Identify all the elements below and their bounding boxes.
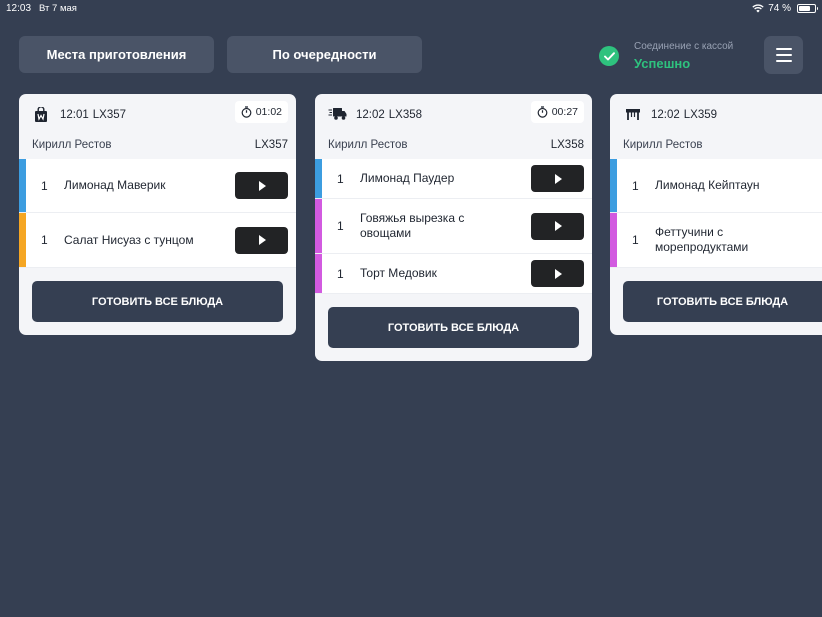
- stopwatch-icon: [241, 106, 252, 118]
- order-timer: 01:02: [234, 101, 288, 123]
- hamburger-icon-line: [775, 54, 792, 56]
- order-item: 1 Лимонад Паудер: [315, 159, 592, 199]
- item-quantity: 1: [337, 219, 344, 233]
- play-icon: [555, 268, 562, 279]
- customer-name: Кирилл Рестов: [623, 139, 703, 151]
- bag-icon: [34, 106, 50, 123]
- order-card-subheader: Кирилл Рестов LX358: [315, 138, 592, 159]
- order-title: 12:01 LX357: [60, 109, 126, 121]
- start-item-button[interactable]: [531, 260, 584, 287]
- item-name: Лимонад Маверик: [64, 178, 166, 192]
- order-time: 12:01: [60, 109, 89, 121]
- top-bar: Места приготовления По очередности Соеди…: [0, 0, 822, 90]
- places-button[interactable]: Места приготовления: [19, 36, 214, 73]
- hamburger-icon-line: [775, 48, 792, 50]
- order-item: 1 Лимонад Маверик: [19, 159, 296, 213]
- play-icon: [259, 180, 266, 191]
- order-title: 12:02 LX359: [651, 109, 717, 121]
- cook-all-button[interactable]: ГОТОВИТЬ ВСЕ БЛЮДА: [32, 281, 283, 322]
- item-name: Торт Медовик: [360, 266, 437, 280]
- item-category-stripe: [610, 213, 617, 267]
- cook-all-button[interactable]: ГОТОВИТЬ ВСЕ БЛЮДА: [328, 307, 579, 348]
- order-timer-value: 01:02: [255, 106, 282, 118]
- order-code: LX359: [683, 109, 718, 121]
- order-code: LX358: [388, 109, 423, 121]
- item-category-stripe: [315, 199, 322, 253]
- play-icon: [259, 235, 266, 245]
- order-card-lx359: 12:02 LX359 Кирилл Рестов 1 Лимонад Кейпт…: [610, 94, 822, 335]
- order-card-subheader: Кирилл Рестов LX357: [19, 138, 296, 159]
- item-quantity: 1: [41, 233, 48, 247]
- order-card-subheader: Кирилл Рестов: [610, 138, 822, 159]
- menu-button[interactable]: [764, 36, 803, 74]
- customer-name: Кирилл Рестов: [32, 139, 112, 151]
- order-card-header: 12:02 LX358 00:27: [315, 94, 592, 138]
- order-item: 1 Феттучини с морепродуктами: [610, 213, 822, 268]
- order-number: LX357: [254, 139, 288, 151]
- item-quantity: 1: [337, 266, 344, 281]
- start-item-button[interactable]: [531, 212, 584, 240]
- order-code: LX357: [92, 109, 127, 121]
- start-item-button[interactable]: [235, 172, 288, 199]
- item-name: Лимонад Кейптаун: [655, 178, 760, 192]
- item-name: Салат Нисуаз с тунцом: [64, 232, 194, 247]
- item-category-stripe: [19, 159, 26, 212]
- order-item: 1 Салат Нисуаз с тунцом: [19, 213, 296, 268]
- order-timer-value: 00:27: [551, 106, 578, 118]
- item-quantity: 1: [337, 171, 344, 186]
- item-quantity: 1: [632, 233, 639, 247]
- order-item: 1 Лимонад Кейптаун: [610, 159, 822, 213]
- start-item-button[interactable]: [235, 226, 288, 254]
- connection-value: Успешно: [634, 56, 691, 71]
- item-name: Лимонад Паудер: [360, 171, 455, 185]
- customer-name: Кирилл Рестов: [328, 139, 408, 151]
- item-category-stripe: [315, 159, 322, 198]
- order-time: 12:02: [356, 109, 385, 121]
- play-icon: [555, 173, 562, 184]
- order-card-header: 12:01 LX357 01:02: [19, 94, 296, 138]
- item-category-stripe: [610, 159, 617, 212]
- stopwatch-icon: [537, 106, 548, 118]
- order-card-lx357: 12:01 LX357 01:02 Кирилл Рестов LX357 1 Л…: [19, 94, 296, 335]
- connection-text: Соединение с кассой Успешно: [634, 40, 733, 72]
- delivery-truck-icon: [328, 107, 348, 123]
- connection-status: Соединение с кассой Успешно: [599, 40, 733, 72]
- connection-label: Соединение с кассой: [634, 41, 734, 52]
- table-icon: [625, 107, 641, 123]
- hamburger-icon-line: [775, 60, 792, 62]
- order-number: LX358: [550, 139, 584, 151]
- order-time: 12:02: [651, 109, 680, 121]
- order-timer: 00:27: [530, 101, 584, 123]
- order-title: 12:02 LX358: [356, 109, 422, 121]
- queue-button[interactable]: По очередности: [227, 36, 422, 73]
- cook-all-button[interactable]: ГОТОВИТЬ ВСЕ БЛЮДА: [623, 281, 822, 322]
- item-name: Говяжья вырезка с овощами: [360, 211, 465, 240]
- order-item: 1 Торт Медовик: [315, 254, 592, 294]
- play-icon: [555, 221, 562, 231]
- item-category-stripe: [315, 254, 322, 293]
- item-name: Феттучини с морепродуктами: [655, 225, 749, 254]
- item-quantity: 1: [632, 178, 639, 193]
- order-item: 1 Говяжья вырезка с овощами: [315, 199, 592, 254]
- item-quantity: 1: [41, 178, 48, 193]
- order-card-lx358: 12:02 LX358 00:27 Кирилл Рестов LX358 1 Л…: [315, 94, 592, 361]
- item-category-stripe: [19, 213, 26, 267]
- start-item-button[interactable]: [531, 165, 584, 192]
- check-circle-icon: [599, 46, 619, 66]
- order-card-header: 12:02 LX359: [610, 94, 822, 138]
